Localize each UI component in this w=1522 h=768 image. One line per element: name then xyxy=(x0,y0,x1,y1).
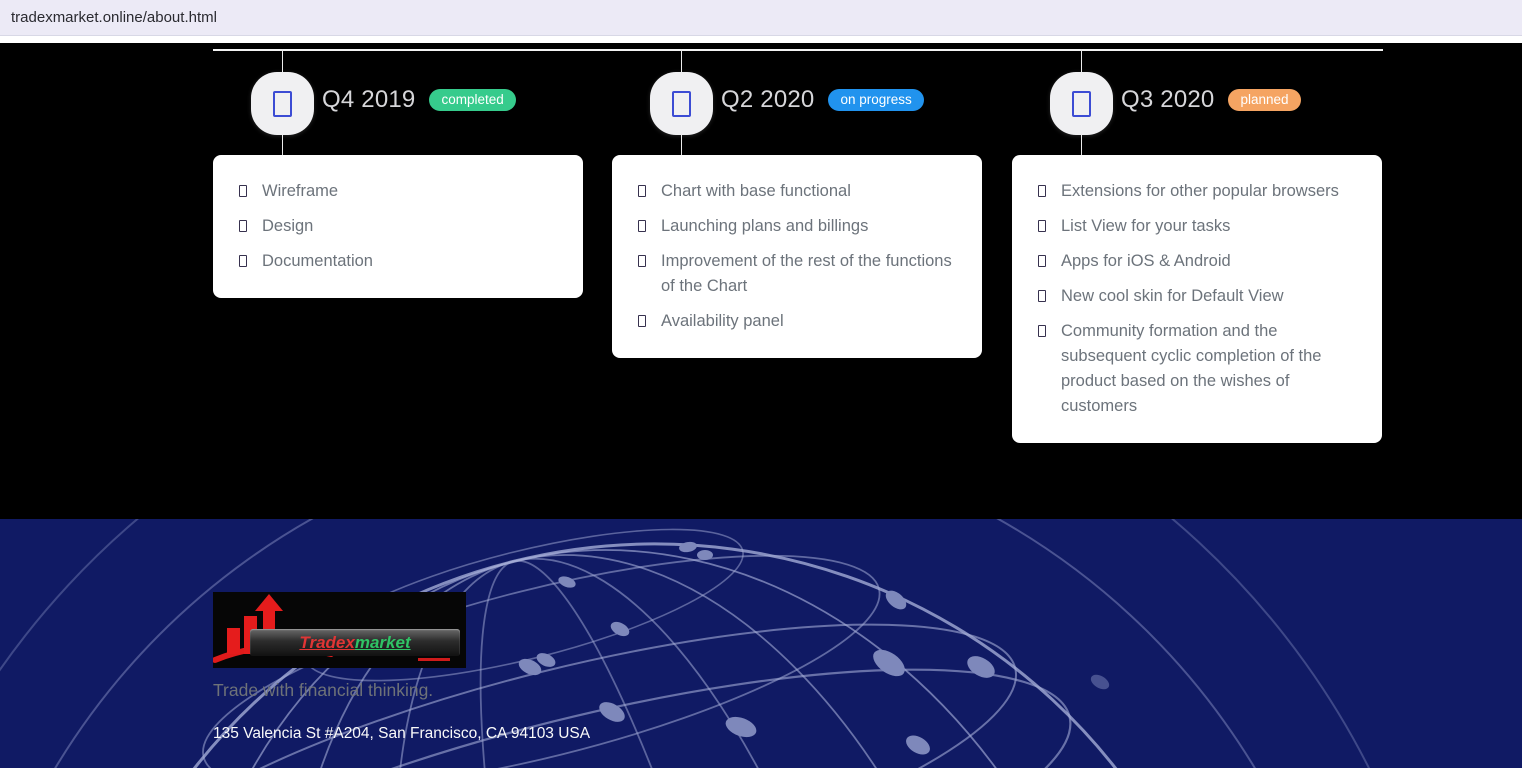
brand-second: market xyxy=(354,632,411,652)
task-item: Design xyxy=(239,214,558,239)
task-item: Apps for iOS & Android xyxy=(1038,249,1357,274)
bullet-glyph-icon xyxy=(638,315,646,327)
task-item: Extensions for other popular browsers xyxy=(1038,179,1357,204)
task-item: Community formation and the subsequent c… xyxy=(1038,319,1357,419)
tradexmarket-logo: Tradex market xyxy=(213,592,466,668)
brand-wordmark: Tradex market xyxy=(250,629,460,656)
milestone-icon-badge xyxy=(650,72,713,135)
browser-url-bar[interactable]: tradexmarket.online/about.html xyxy=(0,0,1522,36)
milestone-title: Q3 2020 xyxy=(1121,86,1215,113)
task-item: Documentation xyxy=(239,249,558,274)
status-badge: completed xyxy=(429,89,516,111)
missing-glyph-icon xyxy=(672,90,691,117)
bullet-glyph-icon xyxy=(1038,185,1046,197)
bullet-glyph-icon xyxy=(239,185,247,197)
logo-red-dash xyxy=(418,658,450,661)
bullet-glyph-icon xyxy=(1038,290,1046,302)
bullet-glyph-icon xyxy=(239,255,247,267)
page-top-strip xyxy=(0,36,1522,43)
milestone-icon-badge xyxy=(251,72,314,135)
bullet-glyph-icon xyxy=(1038,325,1046,337)
bullet-glyph-icon xyxy=(239,220,247,232)
milestone-card: Chart with base functional Launching pla… xyxy=(612,155,982,358)
bullet-glyph-icon xyxy=(638,220,646,232)
task-item: List View for your tasks xyxy=(1038,214,1357,239)
footer: Tradex market Trade with financial thinki… xyxy=(0,519,1522,768)
status-badge: on progress xyxy=(828,89,924,111)
bullet-glyph-icon xyxy=(1038,255,1046,267)
timeline-horizontal-line xyxy=(213,49,1383,51)
task-item: Wireframe xyxy=(239,179,558,204)
footer-tagline: Trade with financial thinking. xyxy=(213,680,434,700)
milestone-title: Q2 2020 xyxy=(721,86,815,113)
footer-address: 135 Valencia St #A204, San Francisco, CA… xyxy=(213,725,591,742)
task-item: Launching plans and billings xyxy=(638,214,957,239)
milestone-card: Extensions for other popular browsers Li… xyxy=(1012,155,1382,443)
task-item: New cool skin for Default View xyxy=(1038,284,1357,309)
milestone-card: Wireframe Design Documentation xyxy=(213,155,583,298)
milestone-title: Q4 2019 xyxy=(322,86,416,113)
task-item: Availability panel xyxy=(638,309,957,334)
bullet-glyph-icon xyxy=(638,255,646,267)
task-list: Chart with base functional Launching pla… xyxy=(638,179,957,334)
task-list: Extensions for other popular browsers Li… xyxy=(1038,179,1357,419)
task-item: Improvement of the rest of the functions… xyxy=(638,249,957,299)
status-badge: planned xyxy=(1228,89,1301,111)
bullet-glyph-icon xyxy=(638,185,646,197)
missing-glyph-icon xyxy=(273,90,292,117)
task-item: Chart with base functional xyxy=(638,179,957,204)
task-list: Wireframe Design Documentation xyxy=(239,179,558,274)
bullet-glyph-icon xyxy=(1038,220,1046,232)
missing-glyph-icon xyxy=(1072,90,1091,117)
milestone-icon-badge xyxy=(1050,72,1113,135)
brand-first: Tradex xyxy=(299,632,355,652)
